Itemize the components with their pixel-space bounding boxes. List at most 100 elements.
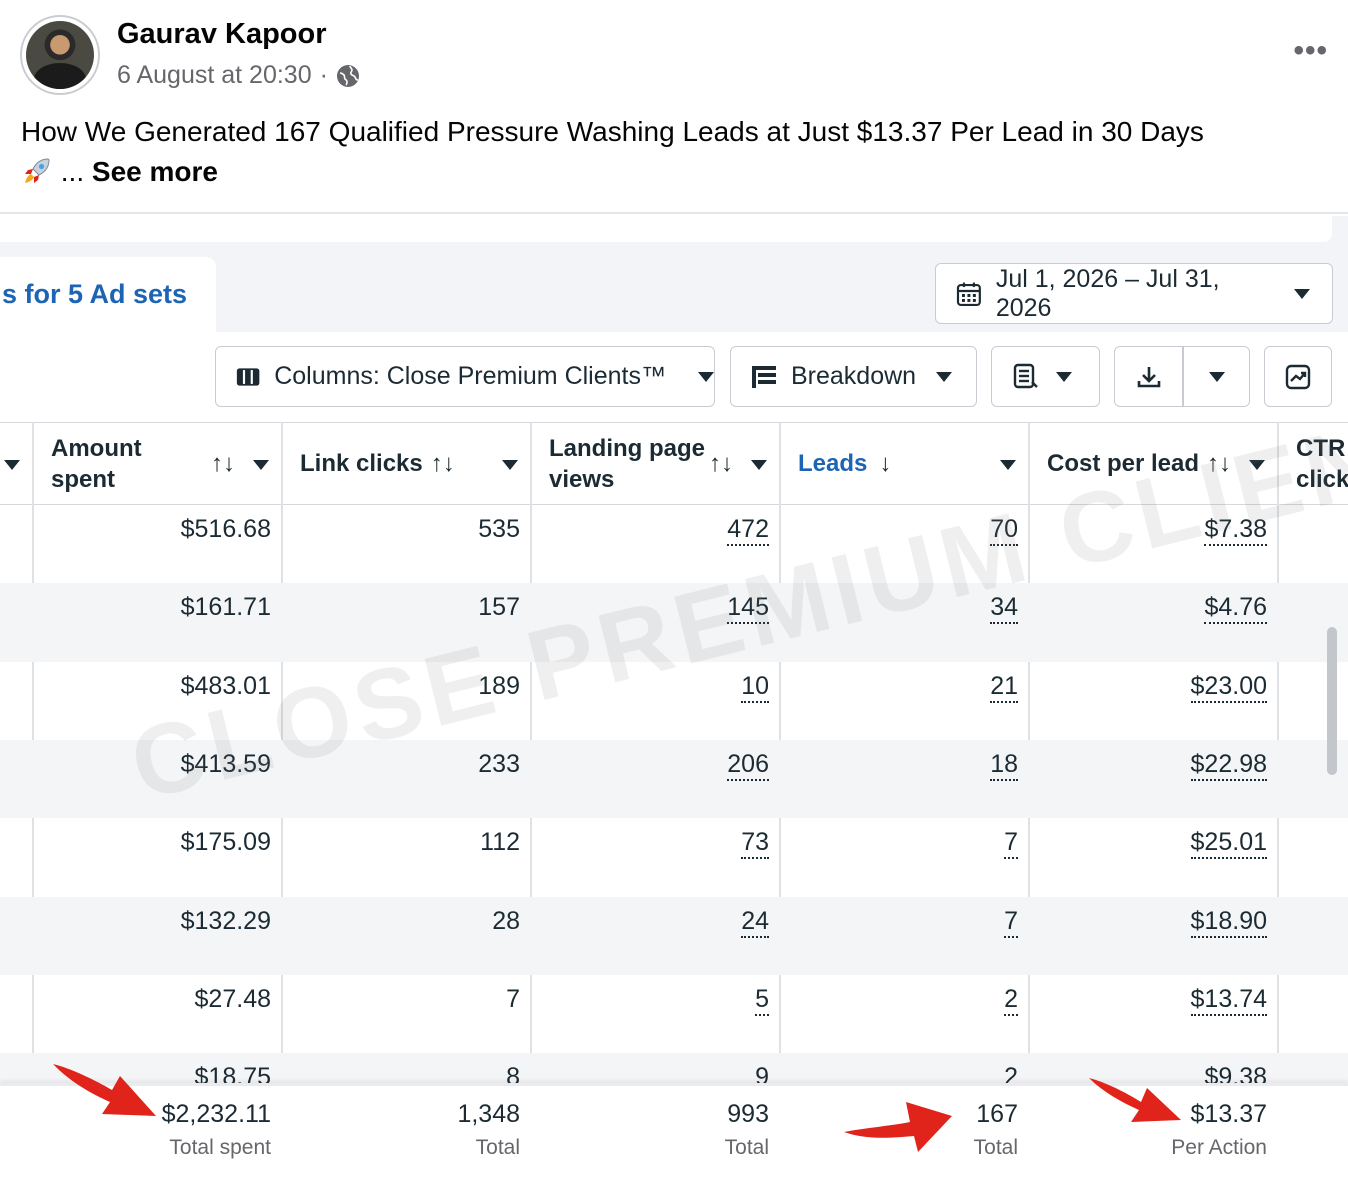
date-range-picker[interactable]: Jul 1, 2026 – Jul 31, 2026 (935, 263, 1333, 324)
column-title: CTR (1296, 434, 1346, 462)
reports-button[interactable] (991, 346, 1100, 407)
chevron-down-icon[interactable] (1000, 460, 1016, 470)
chevron-down-icon[interactable] (253, 460, 269, 470)
landing-page-views-cell[interactable]: 9 (755, 1063, 769, 1083)
amount-spent-cell: $175.09 (181, 828, 271, 857)
leads-cell[interactable]: 2 (1004, 1063, 1018, 1083)
cell-value: $18.90 (1190, 906, 1267, 938)
table-row[interactable]: $413.59 233 206 18 $22.98 (0, 739, 1348, 819)
vertical-scrollbar[interactable] (1327, 627, 1337, 775)
amount-spent-cell: $516.68 (181, 515, 271, 544)
export-dropdown[interactable] (1184, 347, 1250, 406)
column-title: Amount (51, 434, 142, 462)
amount-spent-cell: $483.01 (181, 672, 271, 701)
cell-value: 7 (1004, 828, 1018, 860)
sort-icon[interactable]: ↑↓ (1207, 450, 1231, 478)
sort-descending-icon[interactable]: ↓ (879, 450, 891, 478)
column-header-leads[interactable]: Leads ↓ (798, 423, 1028, 504)
author-name[interactable]: Gaurav Kapoor (117, 18, 327, 51)
cell-value: 28 (492, 906, 520, 935)
chart-icon (1285, 364, 1311, 389)
cell-value: 70 (990, 515, 1018, 546)
cell-value: $132.29 (180, 906, 271, 935)
table-row[interactable]: $132.29 28 24 7 $18.90 (0, 896, 1348, 975)
chevron-down-icon[interactable] (4, 460, 20, 470)
leads-cell[interactable]: 7 (1004, 906, 1018, 938)
cell-value: 2 (1004, 984, 1018, 1016)
cell-value: 21 (990, 671, 1018, 703)
table-row[interactable]: $516.68 535 472 70 $7.38 (0, 505, 1348, 583)
chart-button[interactable] (1264, 346, 1332, 407)
avatar[interactable] (20, 15, 100, 95)
table-row[interactable]: $161.71 157 145 34 $4.76 (0, 583, 1348, 662)
see-more-link[interactable]: See more (92, 156, 218, 187)
column-header-landing-page-views[interactable]: Landing page views ↑↓ (549, 423, 779, 504)
cost-per-lead-cell[interactable]: $4.76 (1204, 593, 1267, 625)
column-header-link-clicks[interactable]: Link clicks ↑↓ (300, 423, 530, 504)
column-title: spent (51, 465, 116, 493)
cell-value: 189 (478, 671, 520, 700)
leads-cell[interactable]: 18 (990, 749, 1018, 781)
column-header-amount-spent[interactable]: Amount spent ↑↓ (51, 423, 281, 504)
cost-per-lead-cell[interactable]: $18.90 (1190, 906, 1267, 938)
table-row[interactable]: $483.01 189 10 21 $23.00 (0, 662, 1348, 740)
cell-value: 2 (1004, 1063, 1018, 1083)
chevron-down-icon[interactable] (751, 460, 767, 470)
landing-page-views-cell[interactable]: 73 (741, 828, 769, 860)
column-header-cost-per-lead[interactable]: Cost per lead ↑↓ (1047, 423, 1277, 504)
cell-value: $175.09 (180, 828, 271, 857)
sort-icon[interactable]: ↑↓ (431, 450, 455, 478)
chevron-down-icon[interactable] (502, 460, 518, 470)
download-icon (1137, 366, 1161, 387)
table-row[interactable]: $175.09 112 73 7 $25.01 (0, 818, 1348, 896)
link-clicks-cell: 157 (478, 593, 520, 622)
landing-page-views-cell[interactable]: 206 (727, 749, 769, 781)
leads-cell[interactable]: 2 (1004, 984, 1018, 1016)
column-title: Landing page (549, 434, 705, 462)
landing-page-views-cell[interactable]: 5 (755, 984, 769, 1016)
tab-ad-sets[interactable]: s for 5 Ad sets (0, 257, 216, 332)
table-toolbar: Columns: Close Premium Clients™ Breakdow… (0, 332, 1348, 422)
breakdown-icon (752, 365, 776, 388)
leads-cell[interactable]: 7 (1004, 828, 1018, 860)
leads-cell[interactable]: 34 (990, 593, 1018, 625)
landing-page-views-cell[interactable]: 10 (741, 671, 769, 703)
post-body: How We Generated 167 Qualified Pressure … (21, 116, 1204, 147)
top-strip (0, 216, 1332, 242)
chevron-down-icon[interactable] (1249, 460, 1265, 470)
globe-icon (336, 64, 359, 87)
landing-page-views-cell[interactable]: 145 (727, 593, 769, 625)
meta-separator: · (319, 61, 328, 89)
table-row[interactable]: $27.48 7 5 2 $13.74 (0, 975, 1348, 1053)
chevron-down-icon (1209, 371, 1225, 382)
sort-icon[interactable]: ↑↓ (709, 450, 733, 478)
cost-per-lead-cell[interactable]: $13.74 (1190, 984, 1267, 1016)
total-cost-per-lead: $13.37 (1190, 1100, 1267, 1128)
breakdown-label: Breakdown (791, 362, 917, 390)
landing-page-views-cell[interactable]: 24 (741, 906, 769, 938)
leads-cell[interactable]: 70 (990, 515, 1018, 546)
cost-per-lead-cell[interactable]: $23.00 (1190, 671, 1267, 703)
cell-value: 535 (478, 515, 520, 543)
column-header-ctr[interactable]: CTR click (1296, 423, 1348, 504)
cost-per-lead-cell[interactable]: $9.38 (1204, 1063, 1267, 1083)
table-row[interactable]: $18.75 8 9 2 $9.38 (0, 1053, 1348, 1083)
cost-per-lead-cell[interactable]: $22.98 (1190, 749, 1267, 781)
landing-page-views-cell[interactable]: 472 (727, 515, 769, 546)
cost-per-lead-cell[interactable]: $7.38 (1204, 515, 1267, 546)
cost-per-lead-cell[interactable]: $25.01 (1190, 828, 1267, 860)
leads-cell[interactable]: 21 (990, 671, 1018, 703)
export-button[interactable] (1115, 347, 1183, 406)
table-body: $516.68 535 472 70 $7.38 $161.71 157 145 34 $4.76… (0, 505, 1348, 1083)
totals-row: $2,232.11 Total spent 1,348 Total 993 To… (0, 1083, 1348, 1186)
more-options-icon[interactable]: ••• (1293, 34, 1328, 68)
breakdown-button[interactable]: Breakdown (730, 346, 977, 407)
tab-ad-sets-label: s for 5 Ad sets (2, 279, 188, 309)
post-timestamp[interactable]: 6 August at 20:30 (117, 61, 312, 90)
columns-button[interactable]: Columns: Close Premium Clients™ (215, 346, 715, 407)
facebook-post-header: Gaurav Kapoor 6 August at 20:30 · ••• Ho… (0, 0, 1348, 214)
sort-icon[interactable]: ↑↓ (211, 450, 235, 478)
cell-value: 233 (478, 749, 520, 778)
cell-value: $7.38 (1204, 515, 1267, 546)
calendar-icon (956, 282, 981, 306)
